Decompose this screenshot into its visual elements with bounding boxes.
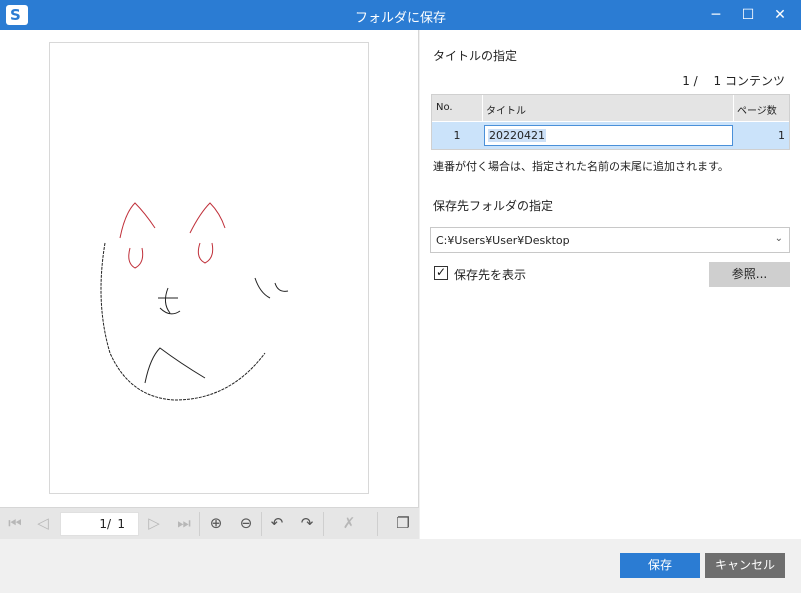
title-bar: S フォルダに保存 ─ ☐ ✕	[0, 0, 801, 30]
page-separator: /	[107, 517, 112, 531]
next-page-icon[interactable]: ▷	[143, 512, 165, 534]
show-folder-checkbox[interactable]: ✓	[434, 265, 448, 280]
row-pages: 1	[778, 129, 785, 142]
preview-pane	[0, 30, 419, 507]
row-no: 1	[453, 129, 461, 142]
zoom-in-icon[interactable]: ⊕	[205, 512, 227, 534]
checkmark-icon: ✓	[436, 265, 447, 279]
zoom-out-icon[interactable]: ⊖	[235, 512, 257, 534]
rotate-left-icon[interactable]: ↶	[266, 512, 288, 534]
last-page-icon[interactable]: ⏭	[173, 512, 195, 534]
title-grid: No. タイトル ページ数 1 20220421 1	[431, 94, 790, 150]
maximize-button[interactable]: ☐	[731, 0, 765, 30]
total-pages: 1	[117, 517, 125, 531]
first-page-icon[interactable]: ⏮	[4, 512, 26, 534]
minimize-button[interactable]: ─	[699, 0, 733, 30]
delete-page-icon[interactable]: ✗	[338, 512, 360, 534]
close-button[interactable]: ✕	[763, 0, 797, 30]
page-thumbnail	[49, 42, 369, 494]
toolbar-divider	[323, 512, 324, 536]
title-input[interactable]: 20220421	[484, 125, 733, 146]
folder-path-select[interactable]: C:¥Users¥User¥Desktop ⌄	[430, 227, 790, 253]
show-folder-label[interactable]: 保存先を表示	[454, 266, 526, 283]
window-title: フォルダに保存	[354, 11, 446, 26]
toolbar-divider	[199, 512, 200, 536]
sequence-note: 連番が付く場合は、指定された名前の末尾に追加されます。	[433, 160, 729, 173]
preview-toolbar: ⏮ ◁ 1 / 1 ▷ ⏭ ⊕ ⊖ ↶ ↷ ✗ ❐	[0, 507, 419, 539]
browse-button[interactable]: 参照...	[709, 262, 790, 287]
table-row[interactable]: 1 20220421 1	[432, 122, 789, 149]
save-button[interactable]: 保存	[620, 553, 700, 578]
col-no-header: No.	[436, 102, 453, 113]
cancel-button[interactable]: キャンセル	[705, 553, 785, 578]
grid-header: No. タイトル ページ数	[432, 95, 789, 121]
copy-pages-icon[interactable]: ❐	[392, 512, 414, 534]
content-count: 1 / 1 コンテンツ	[682, 74, 785, 88]
prev-page-icon[interactable]: ◁	[32, 512, 54, 534]
title-section-label: タイトルの指定	[433, 49, 518, 63]
toolbar-divider	[261, 512, 262, 536]
scanned-drawing	[100, 202, 289, 401]
title-input-value: 20220421	[488, 129, 546, 142]
chevron-down-icon: ⌄	[774, 233, 783, 244]
settings-pane: タイトルの指定 1 / 1 コンテンツ No. タイトル ページ数 1 2022…	[420, 30, 801, 539]
rotate-right-icon[interactable]: ↷	[296, 512, 318, 534]
folder-section-label: 保存先フォルダの指定	[433, 199, 554, 213]
dialog-footer: 保存 キャンセル	[0, 539, 801, 593]
col-pages-header: ページ数	[737, 106, 777, 117]
folder-path-value: C:¥Users¥User¥Desktop	[436, 234, 570, 247]
col-title-header: タイトル	[486, 106, 526, 117]
page-number-field[interactable]: 1 / 1	[60, 512, 139, 536]
toolbar-divider	[377, 512, 378, 536]
current-page: 1	[99, 517, 107, 531]
